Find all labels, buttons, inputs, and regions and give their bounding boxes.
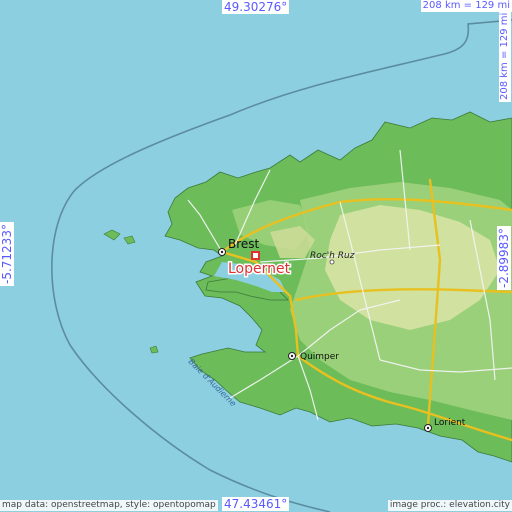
city-marker-lorient[interactable] xyxy=(424,424,432,432)
credit-right: image proc.: elevation.city xyxy=(387,500,512,511)
scale-right: 208 km = 129 mi xyxy=(499,10,511,102)
city-marker-brest[interactable] xyxy=(218,248,226,256)
highlight-label: Lopernet xyxy=(228,261,291,277)
highlight-marker[interactable] xyxy=(251,251,260,260)
topographic-map: Brest Lopernet Roc'h Ruz Quimper Lorient… xyxy=(0,0,512,512)
city-label-lorient: Lorient xyxy=(434,418,466,428)
coord-bottom: 47.43461° xyxy=(222,497,290,511)
city-marker-quimper[interactable] xyxy=(288,352,296,360)
coord-left: -5.71233° xyxy=(0,222,14,286)
credit-left: map data: openstreetmap, style: opentopo… xyxy=(0,500,218,511)
city-label-quimper: Quimper xyxy=(300,352,339,362)
coord-top: 49.30276° xyxy=(222,0,290,14)
locality-label: Roc'h Ruz xyxy=(310,251,355,261)
city-label-brest: Brest xyxy=(228,237,260,251)
coord-right: -2.89983° xyxy=(497,226,511,290)
